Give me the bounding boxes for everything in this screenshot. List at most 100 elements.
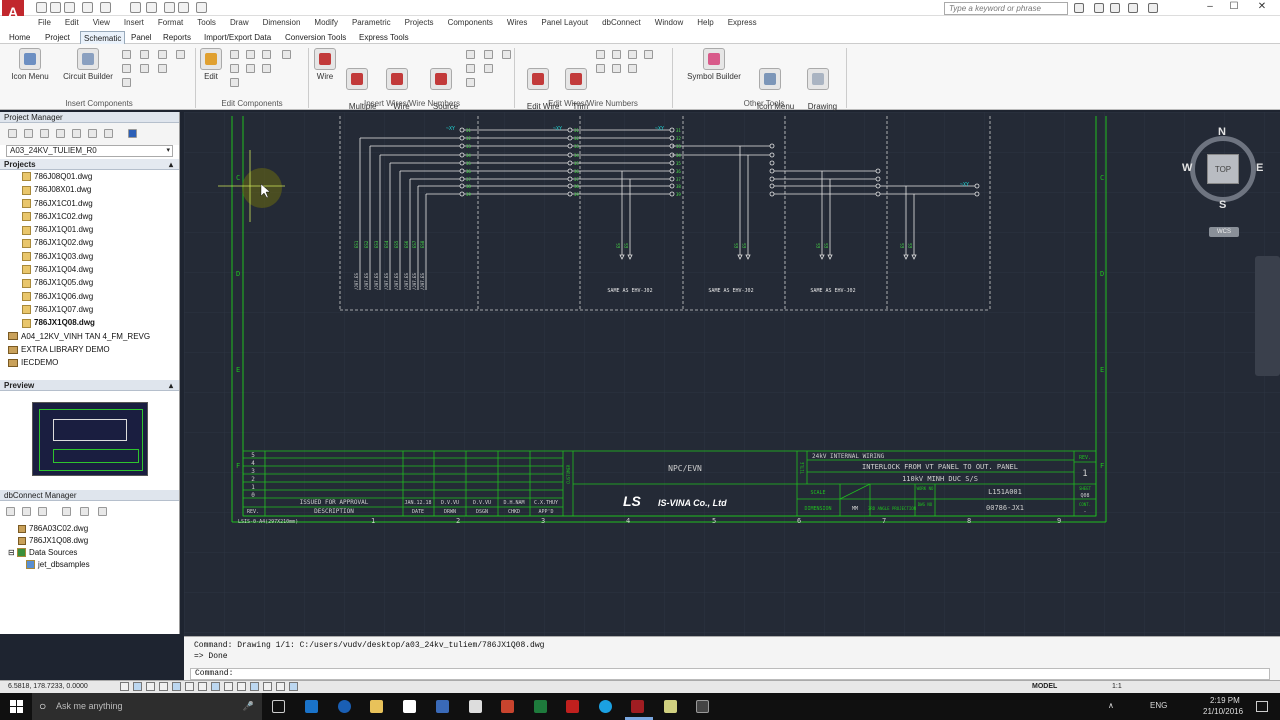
app-icon[interactable] (696, 700, 709, 713)
help-icon[interactable] (128, 129, 137, 138)
settings-icon[interactable] (88, 129, 97, 138)
tab-project[interactable]: Project (42, 31, 73, 44)
project-file-item[interactable]: 786JX1Q03.dwg (22, 250, 179, 263)
tree-item-source[interactable]: jet_dbsamples (26, 559, 179, 571)
drafting-toggle-icon[interactable] (237, 682, 246, 691)
project-file-item[interactable]: 786JX1C01.dwg (22, 197, 179, 210)
insert-component-icon[interactable] (140, 64, 149, 73)
coordinates-readout[interactable]: 6.5818, 178.7233, 0.0000 (8, 681, 88, 693)
expand-icon[interactable]: ⊟ (8, 548, 17, 557)
help-search-input[interactable]: Type a keyword or phrase (944, 2, 1068, 15)
excel-icon[interactable] (534, 700, 547, 713)
insert-wires-group-label[interactable]: Insert Wires/Wire Numbers (312, 99, 512, 108)
task-view-icon[interactable] (272, 700, 285, 713)
project-item[interactable]: EXTRA LIBRARY DEMO (8, 343, 179, 356)
store-icon[interactable] (403, 700, 416, 713)
wire-type-icon[interactable] (466, 64, 475, 73)
notes-icon[interactable] (664, 700, 677, 713)
tab-import-export-data[interactable]: Import/Export Data (201, 31, 274, 44)
project-file-item[interactable]: 786JX1Q06.dwg (22, 290, 179, 303)
close-button[interactable]: ✕ (1250, 1, 1274, 12)
project-file-item[interactable]: 786JX1Q05.dwg (22, 276, 179, 289)
insert-component-icon[interactable] (140, 50, 149, 59)
cortana-search[interactable]: ○ Ask me anything 🎤 (32, 693, 262, 720)
menu-wires[interactable]: Wires (507, 16, 527, 30)
other-tools-group-label[interactable]: Other Tools (684, 99, 844, 108)
settings-icon[interactable] (98, 507, 107, 516)
wire-type-icon[interactable] (484, 64, 493, 73)
symbol-builder-button[interactable]: Symbol Builder (684, 48, 744, 82)
autocad-electrical-icon[interactable] (631, 700, 644, 713)
project-file-item[interactable]: 786JX1Q01.dwg (22, 223, 179, 236)
customize-icon[interactable] (196, 2, 207, 13)
tree-item-data-sources[interactable]: ⊟ Data Sources (8, 547, 179, 559)
project-file-item[interactable]: 786J08X01.dwg (22, 183, 179, 196)
project-file-item[interactable]: 786JX1Q08.dwg (22, 316, 179, 329)
delete-icon[interactable] (262, 50, 271, 59)
insert-components-group-label[interactable]: Insert Components (4, 99, 194, 108)
wire-edit-icon[interactable] (612, 64, 621, 73)
edit-button[interactable]: Edit (198, 48, 224, 82)
edit-wires-group-label[interactable]: Edit Wires/Wire Numbers (518, 99, 668, 108)
skype-icon[interactable] (599, 700, 612, 713)
menu-projects[interactable]: Projects (405, 16, 434, 30)
undo-icon[interactable] (82, 2, 93, 13)
outlook-icon[interactable] (305, 700, 318, 713)
drafting-toggle-icon[interactable] (263, 682, 272, 691)
project-file-item[interactable]: 786JX1Q02.dwg (22, 236, 179, 249)
menu-dimension[interactable]: Dimension (263, 16, 301, 30)
query-icon[interactable] (80, 507, 89, 516)
maximize-button[interactable]: ☐ (1222, 1, 1246, 12)
project-file-item[interactable]: 786JX1Q04.dwg (22, 263, 179, 276)
app-icon[interactable] (436, 700, 449, 713)
scoot-icon[interactable] (246, 50, 255, 59)
wire-edit-icon[interactable] (644, 50, 653, 59)
infocenter-icon[interactable] (1094, 3, 1104, 13)
project-file-item[interactable]: 786JX1C02.dwg (22, 210, 179, 223)
new-drawing-icon[interactable] (40, 129, 49, 138)
drawing-canvas[interactable]: ES1/J07.ES ES2/J07.ES ES3/J07.ES ES4/J07.ES… (184, 112, 1280, 636)
drafting-toggle-icon[interactable] (133, 682, 142, 691)
copy-icon[interactable] (230, 78, 239, 87)
insert-component-icon[interactable] (122, 50, 131, 59)
clock-time[interactable]: 2:19 PM (1210, 696, 1240, 705)
icon-menu-button[interactable]: Icon Menu (8, 48, 52, 82)
search-icon[interactable] (1074, 3, 1084, 13)
help-icon[interactable] (1148, 3, 1158, 13)
microphone-icon[interactable]: 🎤 (243, 693, 254, 720)
clock-date[interactable]: 21/10/2016 (1203, 707, 1243, 716)
tab-reports[interactable]: Reports (160, 31, 194, 44)
menu-modify[interactable]: Modify (314, 16, 338, 30)
move-icon[interactable] (230, 50, 239, 59)
project-select[interactable]: A03_24KV_TULIEM_R0 ▾ (6, 145, 173, 157)
wire-edit-icon[interactable] (612, 50, 621, 59)
forward-icon[interactable] (178, 2, 189, 13)
redo-icon[interactable] (100, 2, 111, 13)
compass-north[interactable]: N (1218, 126, 1226, 138)
wire-type-icon[interactable] (466, 78, 475, 87)
powerpoint-icon[interactable] (501, 700, 514, 713)
insert-component-icon[interactable] (122, 64, 131, 73)
wire-edit-icon[interactable] (596, 50, 605, 59)
toggle-icon[interactable] (282, 50, 291, 59)
menu-insert[interactable]: Insert (124, 16, 144, 30)
plot-icon[interactable] (146, 2, 157, 13)
drafting-toggle-icon[interactable] (224, 682, 233, 691)
language-indicator[interactable]: ENG (1150, 701, 1167, 710)
edit-components-group-label[interactable]: Edit Components (198, 99, 306, 108)
link-icon[interactable] (38, 507, 47, 516)
wire-type-icon[interactable] (466, 50, 475, 59)
annotation-scale[interactable]: 1:1 (1112, 681, 1122, 693)
circuit-builder-button[interactable]: Circuit Builder (58, 48, 118, 82)
insert-component-icon[interactable] (122, 78, 131, 87)
drafting-toggle-icon[interactable] (289, 682, 298, 691)
menu-format[interactable]: Format (158, 16, 183, 30)
project-file-item[interactable]: 786JX1Q07.dwg (22, 303, 179, 316)
open-icon[interactable] (50, 2, 61, 13)
save-icon[interactable] (64, 2, 75, 13)
compass-west[interactable]: W (1182, 162, 1192, 174)
tab-home[interactable]: Home (6, 31, 33, 44)
new-icon[interactable] (36, 2, 47, 13)
wire-edit-icon[interactable] (628, 50, 637, 59)
menu-draw[interactable]: Draw (230, 16, 249, 30)
